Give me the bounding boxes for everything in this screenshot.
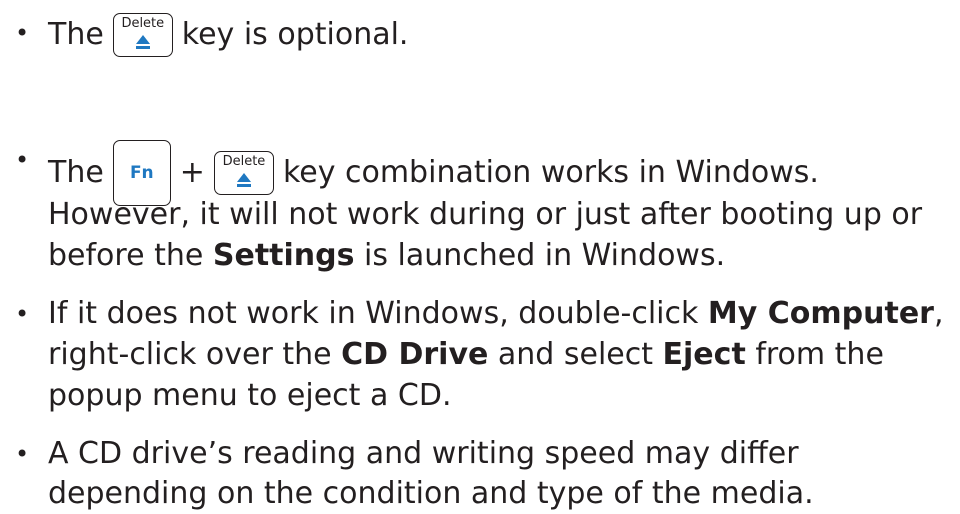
bullet: • [15,19,30,47]
text: The [48,155,104,190]
plus-sign: + [179,155,205,190]
text: from the [745,337,884,372]
note-line: However, it will not work during or just… [48,195,922,235]
bold-term: Settings [212,238,355,273]
text: A CD drive’s reading and writing speed m… [48,436,799,471]
text: depending on the condition and type of t… [48,476,814,511]
note-line: right-click over the CD Drive and select… [48,335,884,375]
text: popup menu to eject a CD. [48,378,452,413]
bullet: • [15,146,30,174]
key-label: Delete [222,154,266,169]
note-line: depending on the condition and type of t… [48,474,814,514]
note-line: If it does not work in Windows, double-c… [48,294,944,334]
note-item-optional-key: The Delete key is optional. [48,13,408,57]
key-label: Delete [121,16,165,31]
bullet: • [15,300,30,328]
note-line: before the Settings is launched in Windo… [48,236,725,276]
bold-term: My Computer [707,296,934,331]
text: and select [488,337,663,372]
text: If it does not work in Windows, double-c… [48,296,708,331]
text: right-click over the [48,337,342,372]
eject-icon [236,173,251,187]
note-line: A CD drive’s reading and writing speed m… [48,434,799,474]
delete-key-icon: Delete [112,13,173,57]
text: is launched in Windows. [354,238,726,273]
text: , [933,296,944,331]
bold-term: Eject [662,337,746,372]
text: before the [48,238,213,273]
eject-icon [135,35,150,49]
text: key is optional. [181,17,409,52]
bold-term: CD Drive [341,337,489,372]
text: However, it will not work during or just… [48,197,923,232]
text: The [48,17,104,52]
note-line: popup menu to eject a CD. [48,376,451,416]
text: key combination works in Windows. [282,155,819,190]
bullet: • [15,440,30,468]
key-label: Fn [129,163,154,183]
delete-key-icon: Delete [213,151,274,195]
